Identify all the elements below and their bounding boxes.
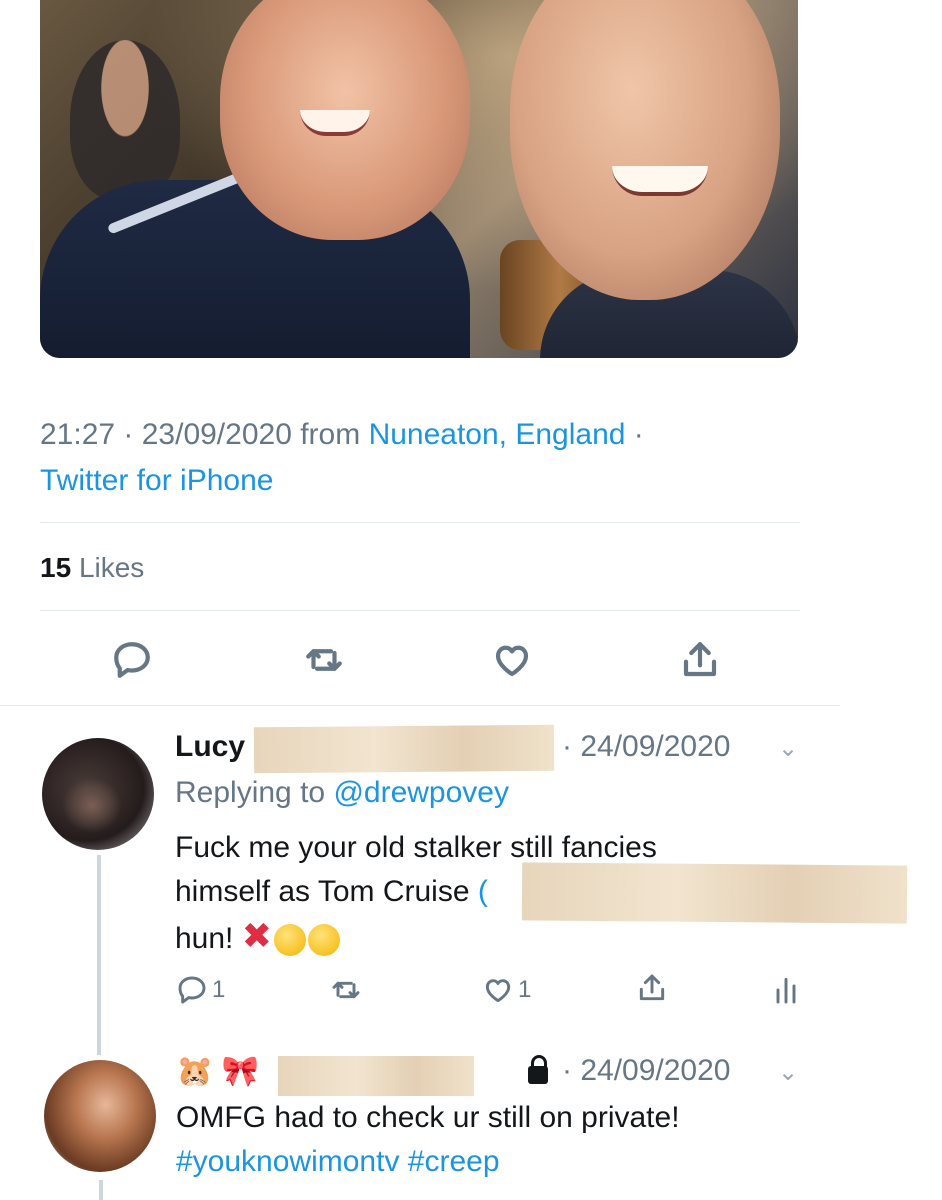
redaction-tape bbox=[253, 724, 555, 774]
reply-date: · 24/09/2020 bbox=[562, 730, 731, 763]
divider bbox=[40, 522, 800, 523]
analytics-button[interactable] bbox=[770, 974, 802, 1006]
tweet-metadata: 21:27 · 23/09/2020 from Nuneaton, Englan… bbox=[40, 412, 780, 504]
reply-author-name[interactable]: 🐹 🎀 bbox=[176, 1054, 259, 1089]
replying-to-handle[interactable]: @drewpovey bbox=[333, 776, 509, 809]
reply-count: 1 bbox=[212, 976, 226, 1003]
redaction-tape bbox=[521, 862, 908, 924]
tweet-timestamp: 21:27 · 23/09/2020 from bbox=[40, 418, 361, 451]
thread-line bbox=[97, 855, 101, 1055]
share-button[interactable] bbox=[636, 972, 668, 1004]
reply-text: OMFG had to check ur still on private! #… bbox=[176, 1096, 916, 1184]
tweet-photo[interactable] bbox=[40, 0, 798, 358]
tweet-location-link[interactable]: Nuneaton, England bbox=[369, 418, 626, 451]
retweet-button[interactable] bbox=[330, 974, 362, 1006]
retweet-button[interactable] bbox=[300, 636, 348, 684]
thinking-face-icon bbox=[273, 924, 306, 957]
weary-face-icon bbox=[307, 924, 340, 957]
heart-icon bbox=[485, 979, 511, 1003]
redaction-tape bbox=[278, 1056, 474, 1096]
divider bbox=[0, 705, 840, 706]
retweet-icon bbox=[332, 981, 360, 999]
hashtag-links[interactable]: #youknowimontv #creep bbox=[176, 1140, 916, 1184]
bow-emoji-icon: 🎀 bbox=[221, 1055, 260, 1088]
share-button[interactable] bbox=[676, 636, 724, 684]
reply-icon bbox=[178, 976, 206, 1004]
like-button[interactable]: 1 bbox=[482, 974, 531, 1006]
heart-icon bbox=[495, 645, 529, 677]
reply-text-line: OMFG had to check ur still on private! bbox=[176, 1101, 680, 1134]
divider bbox=[40, 610, 800, 611]
avatar[interactable] bbox=[44, 1060, 156, 1172]
tweet-meta-separator: · bbox=[625, 418, 644, 451]
photo-background-person bbox=[70, 40, 180, 200]
likes-number: 15 bbox=[40, 552, 72, 583]
hamster-emoji-icon: 🐹 bbox=[176, 1055, 214, 1088]
reply-author-name[interactable]: Lucy bbox=[175, 730, 245, 764]
reply-icon bbox=[114, 642, 150, 678]
reply-date: · 24/09/2020 bbox=[562, 1054, 731, 1087]
share-icon bbox=[639, 974, 665, 1001]
mention-link[interactable]: ( bbox=[478, 875, 488, 908]
like-count: 1 bbox=[518, 976, 532, 1003]
avatar[interactable] bbox=[42, 738, 154, 850]
replying-to-prefix: Replying to bbox=[175, 776, 326, 809]
replying-to: Replying to @drewpovey bbox=[175, 776, 509, 810]
likes-count[interactable]: 15 Likes bbox=[40, 552, 144, 584]
retweet-icon bbox=[306, 649, 342, 671]
reply-button[interactable] bbox=[108, 636, 156, 684]
analytics-icon bbox=[776, 977, 796, 1004]
thread-line bbox=[99, 1180, 103, 1200]
lock-icon bbox=[528, 1055, 548, 1087]
like-button[interactable] bbox=[488, 636, 536, 684]
photo-right-smile bbox=[612, 166, 708, 196]
reply-button[interactable]: 1 bbox=[176, 974, 225, 1006]
chevron-down-icon[interactable]: ⌄ bbox=[778, 734, 798, 763]
tweet-client-link[interactable]: Twitter for iPhone bbox=[40, 464, 273, 497]
share-icon bbox=[683, 642, 717, 677]
cross-mark-icon: ✖ bbox=[241, 915, 272, 956]
likes-label: Likes bbox=[78, 552, 145, 583]
chevron-down-icon[interactable]: ⌄ bbox=[778, 1058, 798, 1087]
